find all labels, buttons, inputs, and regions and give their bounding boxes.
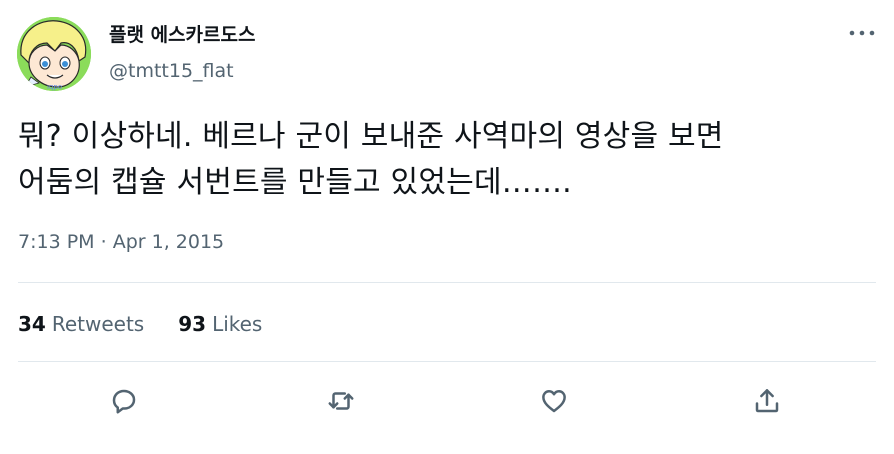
likes-stat[interactable]: 93 Likes bbox=[178, 311, 262, 337]
tweet-time-link[interactable]: 7:13 PM · Apr 1, 2015 bbox=[18, 231, 224, 253]
tweet-date: Apr 1, 2015 bbox=[112, 231, 225, 253]
divider bbox=[18, 282, 876, 283]
reply-button[interactable] bbox=[106, 383, 142, 419]
author-handle[interactable]: @tmtt15_flat bbox=[109, 58, 234, 84]
heart-icon bbox=[542, 390, 566, 413]
retweet-button[interactable] bbox=[323, 383, 359, 419]
retweets-label: Retweets bbox=[51, 312, 145, 336]
tweet-stats: 34 Retweets 93 Likes bbox=[18, 311, 296, 337]
retweets-stat[interactable]: 34 Retweets bbox=[18, 311, 144, 337]
retweet-icon bbox=[328, 392, 354, 410]
svg-text:ıqpo: ıqpo bbox=[47, 83, 62, 91]
tweet-time: 7:13 PM bbox=[18, 231, 95, 253]
avatar[interactable]: ıqpo bbox=[17, 17, 91, 91]
reply-icon bbox=[112, 389, 136, 414]
more-dots-icon bbox=[849, 30, 875, 36]
retweets-count: 34 bbox=[18, 312, 46, 336]
author-display-name[interactable]: 플랫 에스카르도스 bbox=[109, 22, 255, 48]
share-icon bbox=[755, 389, 779, 413]
tweet-card: ıqpo 플랫 에스카르도스 @tmtt15_flat 뭐? 이상하네. 베르나… bbox=[0, 0, 894, 454]
tweet-timestamp: 7:13 PM · Apr 1, 2015 bbox=[18, 229, 224, 255]
likes-label: Likes bbox=[212, 312, 263, 336]
more-options-button[interactable] bbox=[846, 22, 878, 44]
likes-count: 93 bbox=[178, 312, 207, 336]
meta-separator: · bbox=[100, 231, 107, 253]
anime-character-avatar-icon: ıqpo bbox=[17, 17, 91, 91]
divider bbox=[18, 361, 876, 362]
tweet-text: 뭐? 이상하네. 베르나 군이 보내준 사역마의 영상을 보면 어둠의 캡슐 서… bbox=[18, 119, 724, 200]
like-button[interactable] bbox=[536, 383, 572, 419]
share-button[interactable] bbox=[749, 383, 785, 419]
